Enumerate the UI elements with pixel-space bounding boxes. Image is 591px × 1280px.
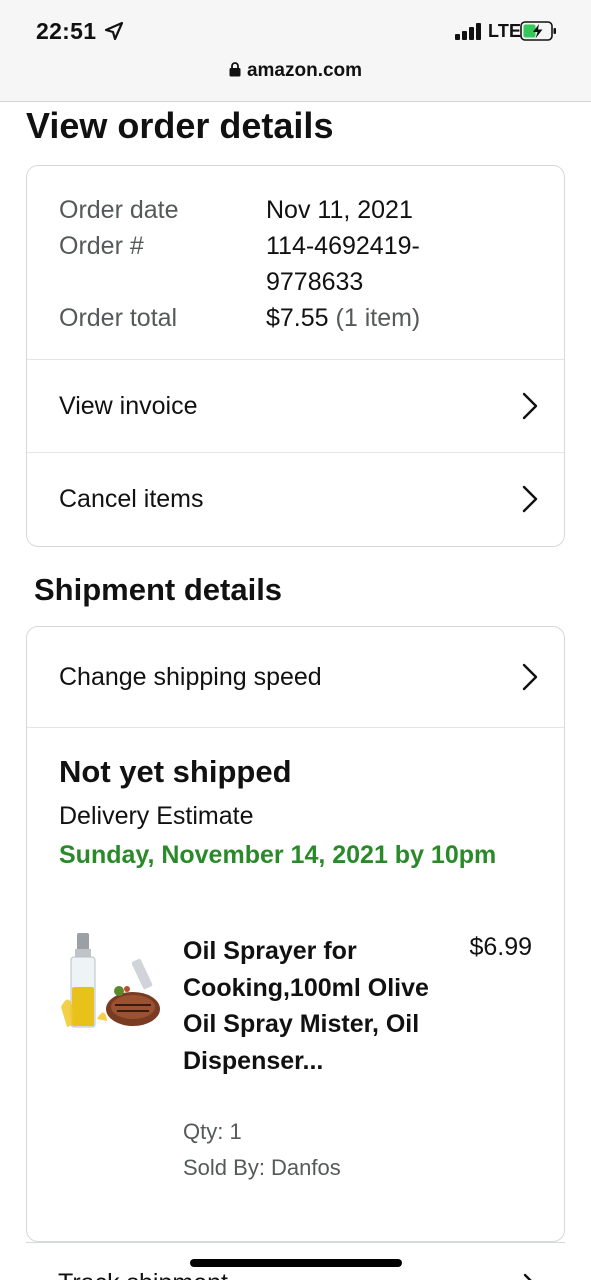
track-shipment-label: Track shipment (58, 1269, 228, 1280)
delivery-estimate-date: Sunday, November 14, 2021 by 10pm (59, 841, 497, 869)
order-date-value: Nov 11, 2021 (266, 196, 413, 224)
page-title: View order details (26, 105, 334, 146)
product-quantity: Qty: 1 (183, 1119, 242, 1144)
order-number-label: Order # (59, 232, 144, 260)
order-summary-card: Order date Nov 11, 2021 Order # 114-4692… (26, 165, 565, 547)
order-total-amount: $7.55 (266, 304, 329, 332)
battery-charging-icon (520, 21, 556, 41)
order-total-label: Order total (59, 304, 178, 332)
chevron-right-icon (522, 392, 538, 420)
delivery-estimate-label: Delivery Estimate (59, 802, 254, 830)
browser-chrome: 22:51 LTE amazon.com (0, 0, 591, 102)
view-invoice-label: View invoice (59, 391, 198, 420)
order-date-label: Order date (59, 196, 179, 224)
order-total-value: $7.55 (1 item) (266, 300, 539, 336)
cancel-items-label: Cancel items (59, 484, 204, 513)
home-indicator[interactable] (190, 1259, 402, 1267)
order-number-line2: 9778633 (266, 268, 364, 296)
order-number-row: Order # 114-4692419- 9778633 (59, 228, 539, 300)
order-item-count: (1 item) (335, 304, 421, 332)
shipment-status: Not yet shipped (59, 754, 292, 789)
order-number-line1: 114-4692419- (266, 232, 420, 260)
chevron-right-icon (523, 1273, 532, 1280)
url-bar[interactable]: amazon.com (0, 60, 591, 82)
shipment-section-title: Shipment details (34, 572, 283, 607)
product-image[interactable] (57, 929, 161, 1039)
shipment-card: Change shipping speed Not yet shipped De… (26, 626, 565, 1242)
view-invoice-link[interactable]: View invoice (27, 359, 564, 452)
product-seller: Sold By: Danfos (183, 1155, 341, 1180)
change-shipping-speed-label: Change shipping speed (59, 662, 322, 691)
product-price: $6.99 (469, 933, 532, 961)
lock-icon (229, 62, 241, 77)
change-shipping-speed-link[interactable]: Change shipping speed (27, 627, 564, 728)
order-date-row: Order date Nov 11, 2021 (59, 192, 539, 228)
cancel-items-link[interactable]: Cancel items (27, 452, 564, 545)
signal-strength-icon (455, 22, 487, 40)
order-summary-table: Order date Nov 11, 2021 Order # 114-4692… (59, 192, 539, 336)
order-total-row: Order total $7.55 (1 item) (59, 300, 539, 336)
network-type: LTE (488, 21, 522, 41)
location-arrow-icon (104, 21, 124, 41)
product-title-link[interactable]: Oil Sprayer for Cooking,100ml Olive Oil … (183, 933, 433, 1079)
order-number-value: 114-4692419- 9778633 (266, 228, 539, 300)
status-time: 22:51 (36, 18, 97, 44)
url-text: amazon.com (246, 60, 363, 81)
chevron-right-icon (522, 663, 538, 691)
chevron-right-icon (522, 485, 538, 513)
